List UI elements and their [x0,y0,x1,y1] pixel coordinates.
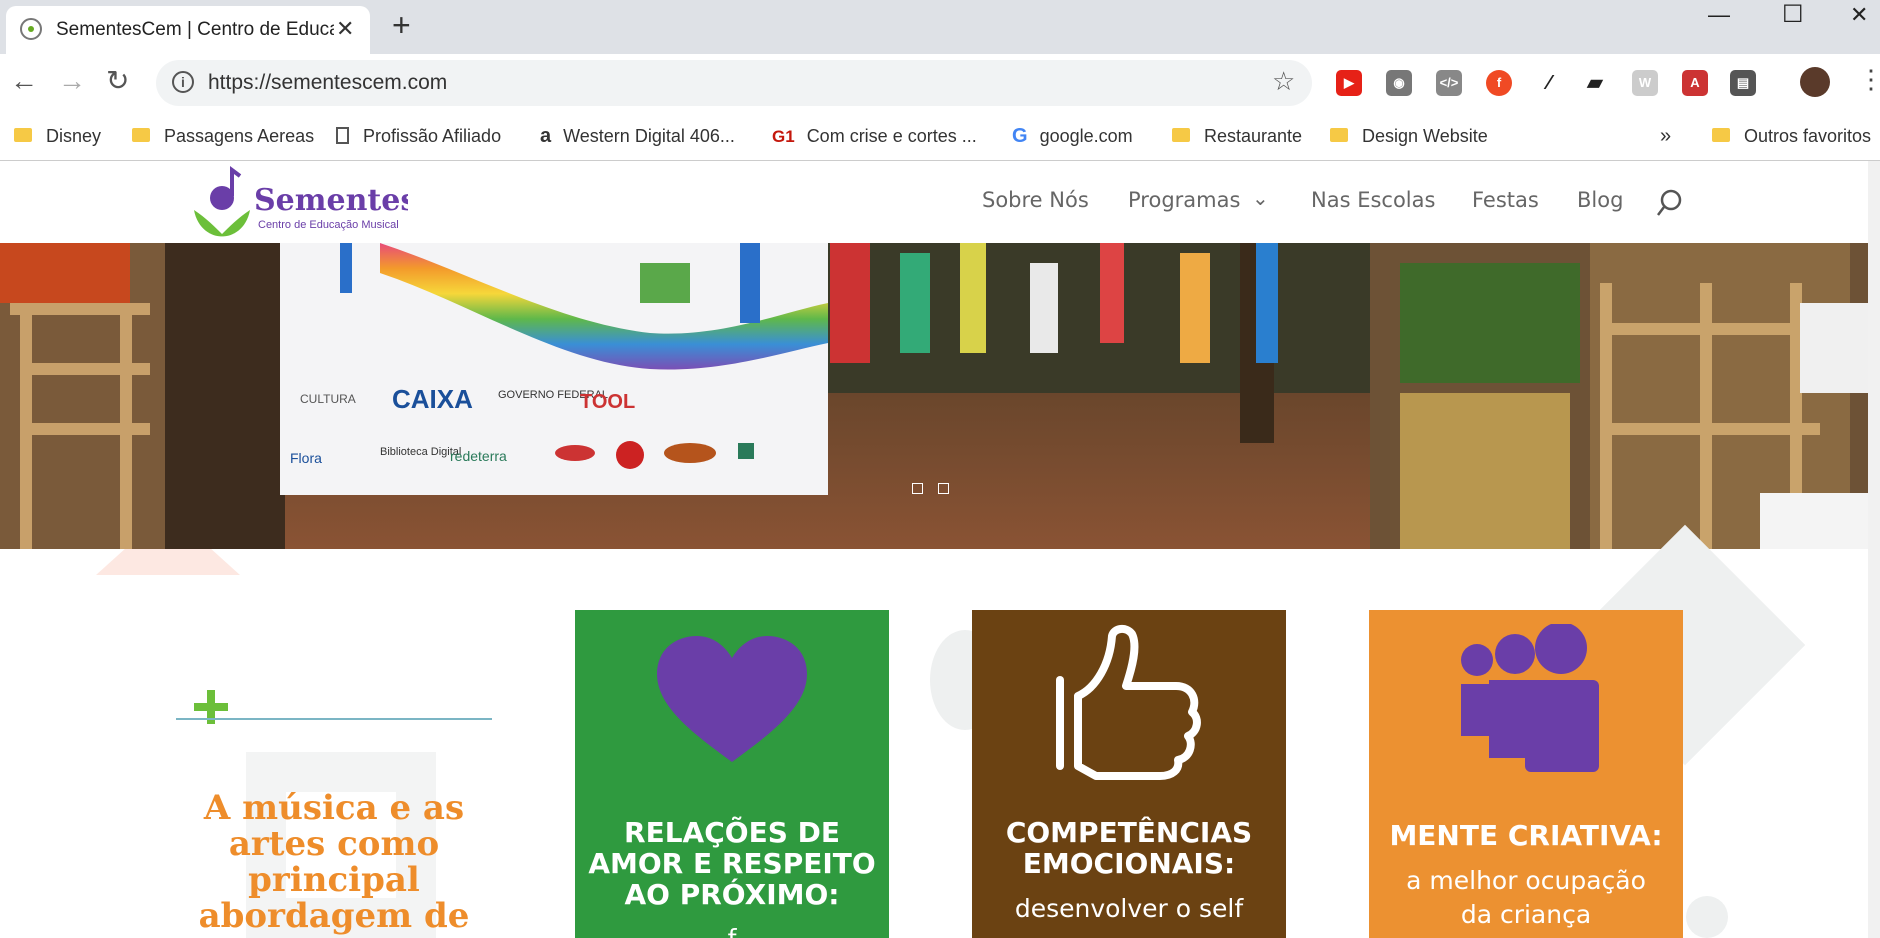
new-tab-button[interactable]: + [392,9,411,41]
decorative-shape [96,549,240,575]
card-subtitle: a melhor ocupação da criança [1406,866,1646,929]
close-tab-icon[interactable]: ✕ [336,16,354,42]
minimize-icon[interactable]: — [1708,2,1730,28]
reload-icon[interactable]: ↻ [106,66,129,96]
amazon-icon: a [540,125,552,147]
banner-redeterra: redeterra [450,448,507,464]
folder-icon [1330,128,1348,143]
bookmark-label: Restaurante [1204,126,1303,146]
hero-slider[interactable]: CAIXA CULTURA GOVERNO FEDERAL TOOL Flora… [0,243,1868,549]
url-text[interactable]: https://sementescem.com [208,71,447,95]
bookmark-label: Passagens Aereas [164,126,315,146]
card-relacoes[interactable]: RELAÇÕES DE AMOR E RESPEITO AO PRÓXIMO: … [575,610,889,938]
slider-dot-1[interactable] [912,483,923,494]
bookmarks-overflow-button[interactable]: » [1660,122,1671,150]
f-extension-icon[interactable]: f [1486,70,1512,96]
profile-avatar[interactable] [1800,67,1830,97]
folder-icon [1172,128,1190,143]
intro-headline: A música e as artes como principal abord… [198,788,470,936]
bookmark-g1[interactable]: G1 Com crise e cortes ... [772,122,977,150]
heart-icon [657,636,807,771]
svg-text:Centro de Educação Musical: Centro de Educação Musical [258,219,399,231]
banner-tool: TOOL [580,391,635,413]
g1-icon: G1 [772,127,795,146]
code-extension-icon[interactable]: </> [1436,70,1462,96]
bookmark-disney[interactable]: Disney [14,122,101,150]
nav-nas-escolas[interactable]: Nas Escolas [1311,188,1435,212]
bookmark-label: google.com [1039,126,1133,146]
folder-icon [14,128,32,143]
bookmark-passagens[interactable]: Passagens Aereas [132,122,314,150]
bookmarks-bar: Disney Passagens Aereas Profissão Afilia… [0,114,1880,161]
card-mente-criativa[interactable]: MENTE CRIATIVA: a melhor ocupação da cri… [1369,610,1683,938]
bookmark-google[interactable]: Ggoogle.com [1012,122,1133,150]
banner-cultura: CULTURA [300,392,356,406]
logo-mark-icon: Sementes Centro de Educação Musical [194,166,417,237]
graduation-extension-icon[interactable]: ▰ [1582,70,1608,96]
hero-photo: CAIXA CULTURA GOVERNO FEDERAL TOOL Flora… [0,243,1868,549]
nav-programas[interactable]: Programas [1128,188,1240,212]
bookmark-design-website[interactable]: Design Website [1330,122,1488,150]
bookmark-label: Design Website [1362,126,1488,146]
wa-extension-icon[interactable]: W [1632,70,1658,96]
bookmark-label: Disney [46,126,102,146]
people-group-icon [1461,622,1601,779]
camera-extension-icon[interactable]: ◉ [1386,70,1412,96]
card-competencias[interactable]: COMPETÊNCIAS EMOCIONAIS: desenvolver o s… [972,610,1286,938]
back-icon[interactable]: ← [10,66,38,96]
card-title: COMPETÊNCIAS EMOCIONAIS: [1005,816,1253,880]
slider-dot-2[interactable] [938,483,949,494]
youtube-extension-icon[interactable]: ▶ [1336,70,1362,96]
card-title: RELAÇÕES DE AMOR E RESPEITO AO PRÓXIMO: [588,816,876,911]
close-window-icon[interactable]: ✕ [1850,2,1868,28]
site-info-icon[interactable]: i [172,71,194,93]
card-subtitle: f [575,922,889,938]
site-logo[interactable]: Sementes Centro de Educação Musical [188,166,417,240]
thumbs-up-icon [1052,624,1208,789]
banner-flora: Flora [290,450,322,466]
page-icon [336,126,349,144]
tab-title: SementesCem | Centro de Educa [56,19,334,40]
divider [176,718,492,720]
bookmark-western-digital[interactable]: a Western Digital 406... [540,122,735,150]
folder-icon [132,128,150,143]
bookmark-label: Outros favoritos [1744,126,1872,146]
bookmark-label: Com crise e cortes ... [806,126,977,146]
page-scrollbar[interactable] [1868,161,1880,938]
search-icon[interactable] [1656,188,1684,223]
pdf-extension-icon[interactable]: A [1682,70,1708,96]
chevron-down-icon[interactable]: ⌄ [1252,186,1269,210]
svg-text:Sementes: Sementes [254,183,408,218]
card-subtitle: desenvolver o self [1014,894,1244,923]
card-title: MENTE CRIATIVA: [1389,819,1663,852]
bookmark-restaurante[interactable]: Restaurante [1172,122,1302,150]
browser-tab[interactable]: SementesCem | Centro de Educa ✕ [6,6,370,54]
maximize-icon[interactable]: ☐ [1782,0,1804,29]
nav-festas[interactable]: Festas [1472,188,1539,212]
forward-icon[interactable]: → [58,66,86,96]
site-favicon-icon [20,18,42,40]
bookmark-label: Profissão Afiliado [363,126,502,146]
address-bar[interactable]: i https://sementescem.com ☆ [156,60,1312,106]
banner-caixa: CAIXA [392,384,473,414]
tabs-extension-icon[interactable]: ▤ [1730,70,1756,96]
bookmark-star-icon[interactable]: ☆ [1272,66,1295,97]
decorative-shape [1686,896,1728,938]
nav-blog[interactable]: Blog [1577,188,1623,212]
bookmark-outros-favoritos[interactable]: Outros favoritos [1712,122,1871,150]
menu-icon[interactable]: ⋮ [1858,64,1880,95]
folder-icon [1712,128,1730,143]
google-icon: G [1012,125,1028,147]
bookmark-label: Western Digital 406... [563,126,735,146]
bookmark-profissao[interactable]: Profissão Afiliado [336,122,501,150]
eyedropper-extension-icon[interactable]: ⁄ [1536,70,1562,96]
nav-sobre-nos[interactable]: Sobre Nós [982,188,1089,212]
